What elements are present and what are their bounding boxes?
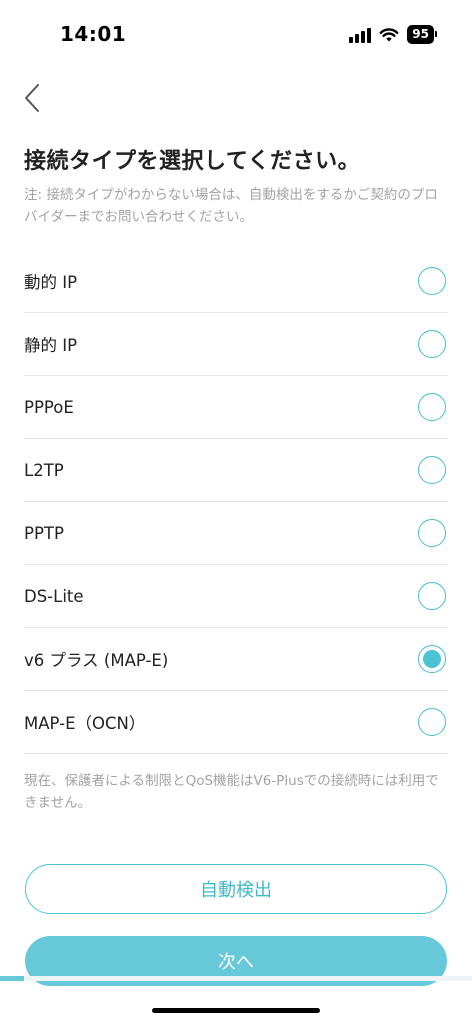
radio-unselected[interactable] xyxy=(418,582,446,610)
connection-option-label: DS-Lite xyxy=(24,586,84,606)
home-indicator xyxy=(152,1008,320,1013)
radio-unselected[interactable] xyxy=(418,708,446,736)
radio-unselected[interactable] xyxy=(418,456,446,484)
connection-option-label: v6 プラス (MAP-E) xyxy=(24,651,169,670)
chevron-left-icon xyxy=(25,84,39,112)
progress-fill xyxy=(0,976,24,981)
connection-option[interactable]: v6 プラス (MAP-E) xyxy=(24,628,448,691)
connection-option[interactable]: DS-Lite xyxy=(24,565,448,628)
wifi-icon xyxy=(379,27,399,41)
radio-unselected[interactable] xyxy=(418,519,446,547)
cellular-signal-icon xyxy=(349,27,372,43)
connection-option[interactable]: PPTP xyxy=(24,502,448,565)
connection-option-label: L2TP xyxy=(24,460,64,480)
connection-type-list: 動的 IP 静的 IP PPPoE L2TP PPTP DS-Lite v6 プラス (MA… xyxy=(24,250,448,754)
radio-unselected[interactable] xyxy=(418,267,446,295)
radio-unselected[interactable] xyxy=(418,330,446,358)
connection-option-label: MAP-E（OCN） xyxy=(24,714,146,733)
connection-option-label: 静的 IP xyxy=(24,336,78,355)
connection-option-label: 動的 IP xyxy=(24,273,78,292)
status-time: 14:01 xyxy=(60,22,127,46)
progress-track xyxy=(0,976,472,981)
radio-selected[interactable] xyxy=(418,645,446,673)
radio-dot xyxy=(423,650,441,668)
qos-footnote: 現在、保護者による制限とQoS機能はV6-Plusでの接続時には利用できません。 xyxy=(24,773,439,811)
connection-option-label: PPPoE xyxy=(24,397,74,417)
back-button[interactable] xyxy=(14,78,50,118)
radio-unselected[interactable] xyxy=(418,393,446,421)
page-title: 接続タイプを選択してください。 xyxy=(24,149,361,174)
connection-option[interactable]: 静的 IP xyxy=(24,313,448,376)
auto-detect-button[interactable]: 自動検出 xyxy=(25,864,447,914)
connection-option[interactable]: MAP-E（OCN） xyxy=(24,691,448,754)
help-note: 注: 接続タイプがわからない場合は、自動検出をするかご契約のプロバイダーまでお問… xyxy=(24,187,438,225)
battery-icon: 95 xyxy=(407,25,437,44)
connection-option[interactable]: L2TP xyxy=(24,439,448,502)
status-bar: 14:01 95 xyxy=(0,0,472,70)
connection-option[interactable]: PPPoE xyxy=(24,376,448,439)
connection-option[interactable]: 動的 IP xyxy=(24,250,448,313)
status-icons: 95 xyxy=(349,25,437,44)
connection-option-label: PPTP xyxy=(24,523,64,543)
